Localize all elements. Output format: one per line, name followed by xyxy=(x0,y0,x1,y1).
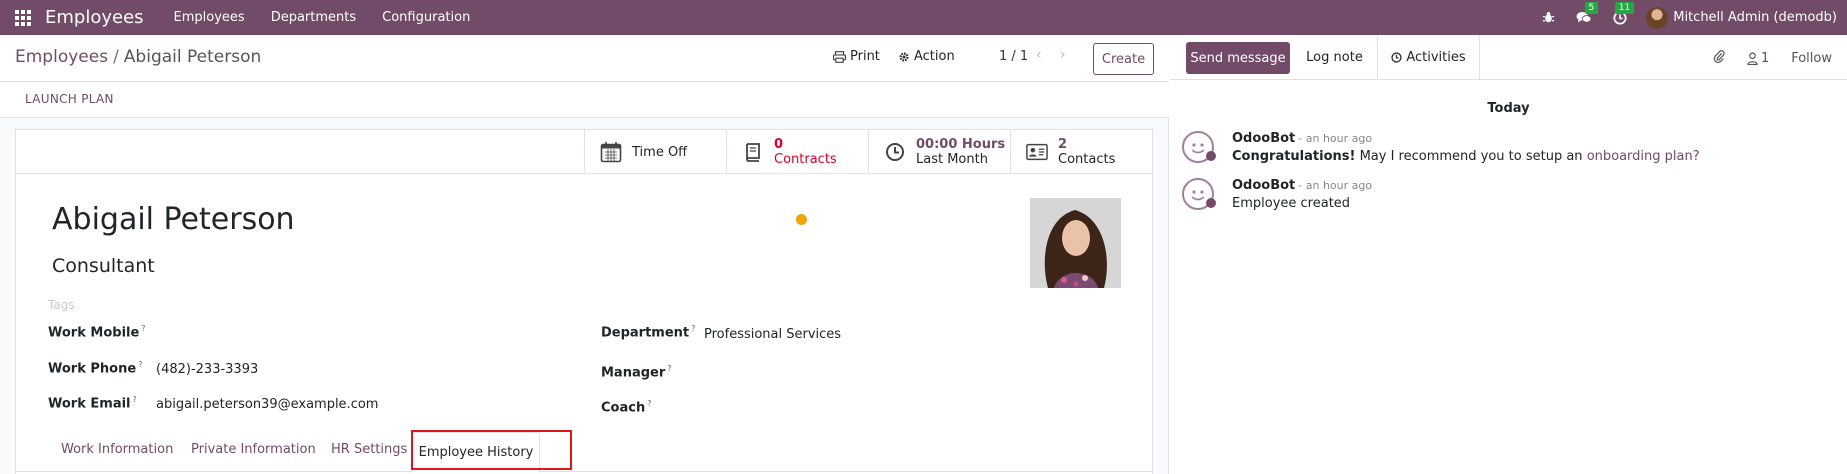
top-navbar: Employees Employees Departments Configur… xyxy=(0,0,1847,35)
work-phone-field[interactable]: (482)-233-3393 xyxy=(156,362,258,377)
chatter-message: OdooBot - an hour ago Employee created xyxy=(1182,178,1822,218)
send-message-button[interactable]: Send message xyxy=(1186,42,1290,74)
control-panel: Employees / Abigail Peterson Print Action … xyxy=(0,35,1169,82)
messages-icon[interactable]: 5 xyxy=(1566,0,1602,35)
contracts-count: 0 xyxy=(774,137,784,152)
pager-previous-icon[interactable]: ‹ xyxy=(1036,47,1042,63)
breadcrumb-employees-link[interactable]: Employees xyxy=(15,47,108,67)
paperclip-icon[interactable] xyxy=(1713,49,1725,67)
hours-label: Last Month xyxy=(916,152,988,167)
chatter-message: OdooBot - an hour ago Congratulations! Ma… xyxy=(1182,131,1822,171)
follow-button[interactable]: Follow xyxy=(1791,51,1832,66)
contracts-stat: 0 Contracts xyxy=(774,137,837,167)
create-button[interactable]: Create xyxy=(1093,43,1154,75)
contacts-count: 2 xyxy=(1058,137,1068,152)
app-name[interactable]: Employees xyxy=(45,7,144,28)
activities-clock-icon[interactable]: 11 xyxy=(1602,0,1638,35)
clock-icon xyxy=(884,141,906,163)
form-view: Employees / Abigail Peterson Print Action … xyxy=(0,35,1169,474)
presence-status-dot xyxy=(796,214,807,225)
onboarding-plan-link[interactable]: onboarding plan? xyxy=(1587,149,1700,164)
work-mobile-field[interactable] xyxy=(156,324,456,342)
user-menu[interactable]: Mitchell Admin (demodb) xyxy=(1673,10,1837,25)
action-label: Action xyxy=(914,49,955,64)
work-email-field[interactable]: abigail.peterson39@example.com xyxy=(156,397,378,412)
department-field[interactable]: Professional Services xyxy=(704,327,841,342)
message-body: Employee created xyxy=(1232,196,1351,211)
user-icon xyxy=(1747,51,1758,65)
work-email-label: Work Email? xyxy=(48,395,137,412)
tab-hr-settings[interactable]: HR Settings xyxy=(331,442,407,457)
gear-icon xyxy=(899,52,909,61)
activities-badge: 11 xyxy=(1614,2,1635,14)
apps-menu-icon[interactable] xyxy=(15,9,31,26)
employee-name-field[interactable]: Abigail Peterson xyxy=(52,202,295,237)
followers-count: 1 xyxy=(1760,50,1770,66)
message-time: - an hour ago xyxy=(1298,132,1373,145)
menu-configuration[interactable]: Configuration xyxy=(382,10,470,25)
contacts-smart-button[interactable]: 2 Contacts xyxy=(1010,130,1152,174)
breadcrumb-current: Abigail Peterson xyxy=(123,47,262,67)
contracts-smart-button[interactable]: 0 Contracts xyxy=(726,130,868,174)
chatter-panel: Send message Log note Activities 1 Follo… xyxy=(1170,35,1847,474)
tab-highlight-box xyxy=(411,430,572,470)
notebook-tabs: Work Information Private Information HR … xyxy=(16,432,1152,473)
manager-field[interactable] xyxy=(704,364,1004,382)
navbar-systray: 5 11 Mitchell Admin (demodb) xyxy=(1530,0,1837,35)
pager-value[interactable]: 1 / 1 xyxy=(999,49,1028,64)
message-author: OdooBot - an hour ago xyxy=(1232,178,1373,193)
coach-label: Coach? xyxy=(601,399,652,416)
menu-employees[interactable]: Employees xyxy=(174,10,245,25)
department-label: Department? xyxy=(601,324,696,341)
coach-field[interactable] xyxy=(704,399,1004,417)
activities-label: Activities xyxy=(1406,50,1466,65)
followers-button[interactable]: 1 xyxy=(1747,51,1769,66)
job-title-field[interactable]: Consultant xyxy=(52,255,155,277)
time-off-label: Time Off xyxy=(632,144,688,160)
date-separator: Today xyxy=(1487,101,1530,116)
calendar-icon xyxy=(600,141,622,163)
debug-icon[interactable] xyxy=(1530,0,1566,35)
contacts-stat: 2 Contacts xyxy=(1058,137,1115,167)
status-bar: LAUNCH PLAN xyxy=(0,82,1169,118)
chatter-topbar: Send message Log note Activities 1 Follo… xyxy=(1170,35,1847,80)
log-note-button[interactable]: Log note xyxy=(1292,35,1378,80)
heart-icon xyxy=(1206,198,1216,208)
employee-photo[interactable] xyxy=(1030,198,1121,288)
tags-field[interactable]: Tags xyxy=(48,298,75,312)
address-card-icon xyxy=(1026,141,1048,163)
chatter-actions: 1 Follow xyxy=(1713,49,1832,67)
message-body: Congratulations! May I recommend you to … xyxy=(1232,149,1700,164)
message-author: OdooBot - an hour ago xyxy=(1232,131,1373,146)
contracts-label: Contracts xyxy=(774,152,837,167)
message-time: - an hour ago xyxy=(1298,179,1373,192)
print-label: Print xyxy=(850,49,880,64)
menu-departments[interactable]: Departments xyxy=(271,10,356,25)
contacts-label: Contacts xyxy=(1058,152,1116,167)
tab-private-information[interactable]: Private Information xyxy=(191,442,316,457)
action-button[interactable]: Action xyxy=(898,49,955,64)
print-icon xyxy=(833,50,846,63)
manager-label: Manager? xyxy=(601,364,672,381)
breadcrumb-separator: / xyxy=(113,47,119,67)
launch-plan-button[interactable]: LAUNCH PLAN xyxy=(25,92,114,106)
breadcrumb: Employees / Abigail Peterson xyxy=(15,47,261,67)
time-off-smart-button[interactable]: Time Off xyxy=(584,130,726,174)
hours-stat: 00:00 Hours Last Month xyxy=(916,137,1005,167)
hours-smart-button[interactable]: 00:00 Hours Last Month xyxy=(868,130,1010,174)
form-sheet: Time Off 0 Contracts 00:00 Hours Last Mo… xyxy=(15,129,1153,474)
heart-icon xyxy=(1206,151,1216,161)
activities-clock-small-icon xyxy=(1391,52,1402,63)
hours-value: 00:00 Hours xyxy=(916,137,1006,152)
print-button[interactable]: Print xyxy=(833,49,880,64)
tab-work-information[interactable]: Work Information xyxy=(61,442,173,457)
book-icon xyxy=(742,141,764,163)
messages-badge: 5 xyxy=(1584,2,1599,14)
work-mobile-label: Work Mobile? xyxy=(48,324,146,341)
activities-button[interactable]: Activities xyxy=(1378,35,1480,80)
smart-button-box: Time Off 0 Contracts 00:00 Hours Last Mo… xyxy=(16,130,1152,174)
pager-next-icon[interactable]: › xyxy=(1060,47,1066,63)
user-avatar[interactable] xyxy=(1646,6,1669,29)
work-phone-label: Work Phone? xyxy=(48,360,143,377)
